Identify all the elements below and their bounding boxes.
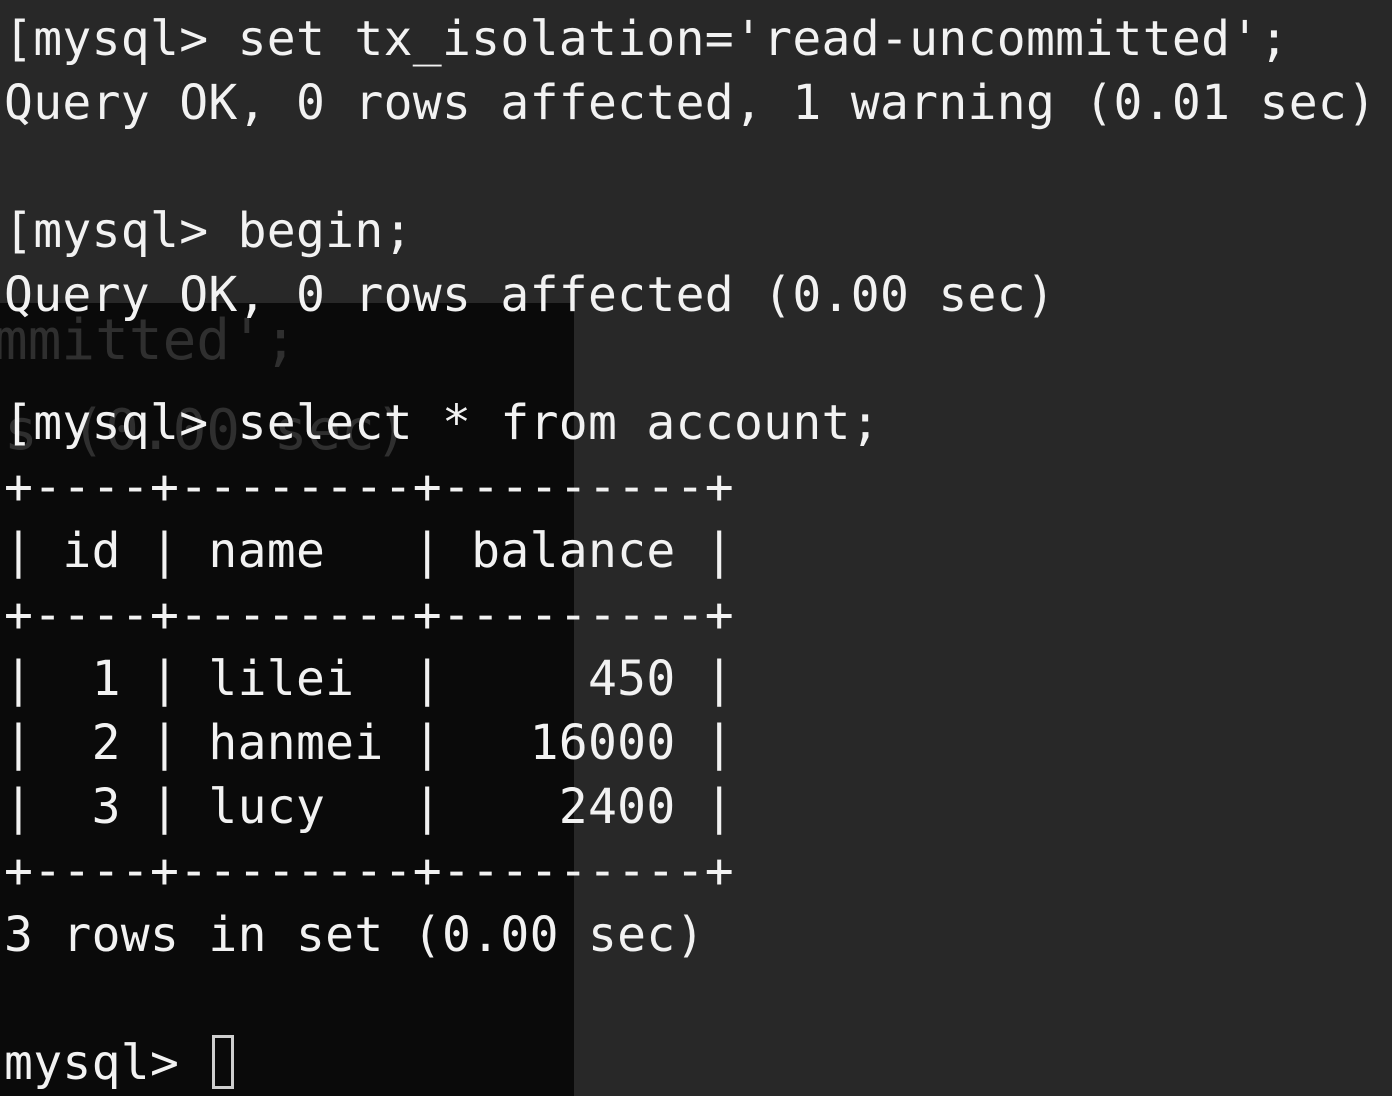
output-line: Query OK, 0 rows affected (0.00 sec) xyxy=(4,267,1056,323)
command-line-begin: [mysql> begin; xyxy=(4,203,413,259)
table-row: | 3 | lucy | 2400 | xyxy=(4,779,734,835)
table-border: +----+--------+---------+ xyxy=(4,459,734,515)
command-line-set-isolation: [mysql> set tx_isolation='read-uncommitt… xyxy=(4,11,1289,67)
output-line: Query OK, 0 rows affected, 1 warning (0.… xyxy=(4,75,1377,131)
command-line-select: [mysql> select * from account; xyxy=(4,395,880,451)
output-line: 3 rows in set (0.00 sec) xyxy=(4,907,705,963)
table-header-row: | id | name | balance | xyxy=(4,523,734,579)
table-row: | 1 | lilei | 450 | xyxy=(4,651,734,707)
terminal-output: [mysql> set tx_isolation='read-uncommitt… xyxy=(0,0,1392,1096)
table-border: +----+--------+---------+ xyxy=(4,587,734,643)
prompt-line[interactable]: mysql> xyxy=(4,1031,235,1095)
text-cursor[interactable] xyxy=(212,1035,235,1089)
table-row: | 2 | hanmei | 16000 | xyxy=(4,715,734,771)
prompt-text: mysql> xyxy=(4,1035,209,1091)
table-border: +----+--------+---------+ xyxy=(4,843,734,899)
terminal-window[interactable]: mmitted'; s (0.00 sec) [mysql> set tx_is… xyxy=(0,0,1392,1096)
